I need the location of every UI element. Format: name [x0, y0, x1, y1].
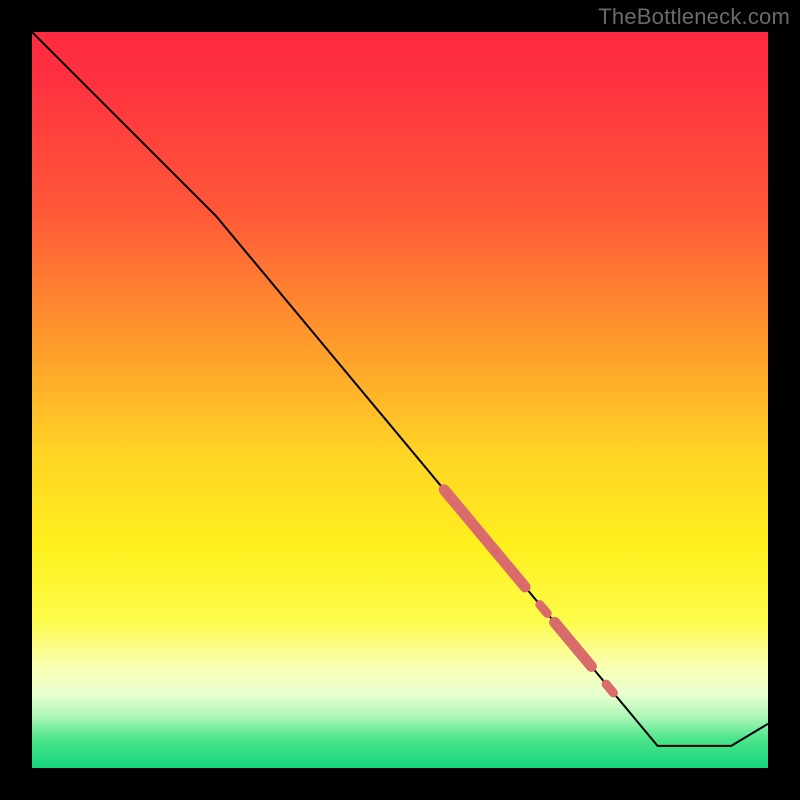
chart-plot-area [32, 32, 768, 768]
chart-svg [32, 32, 768, 768]
highlight-segment [606, 684, 613, 693]
bottleneck-curve-line [32, 32, 768, 746]
watermark-text: TheBottleneck.com [598, 4, 790, 30]
highlight-segment [555, 622, 592, 666]
chart-frame: TheBottleneck.com [0, 0, 800, 800]
highlight-segment [540, 605, 547, 614]
highlight-segment [444, 490, 525, 587]
